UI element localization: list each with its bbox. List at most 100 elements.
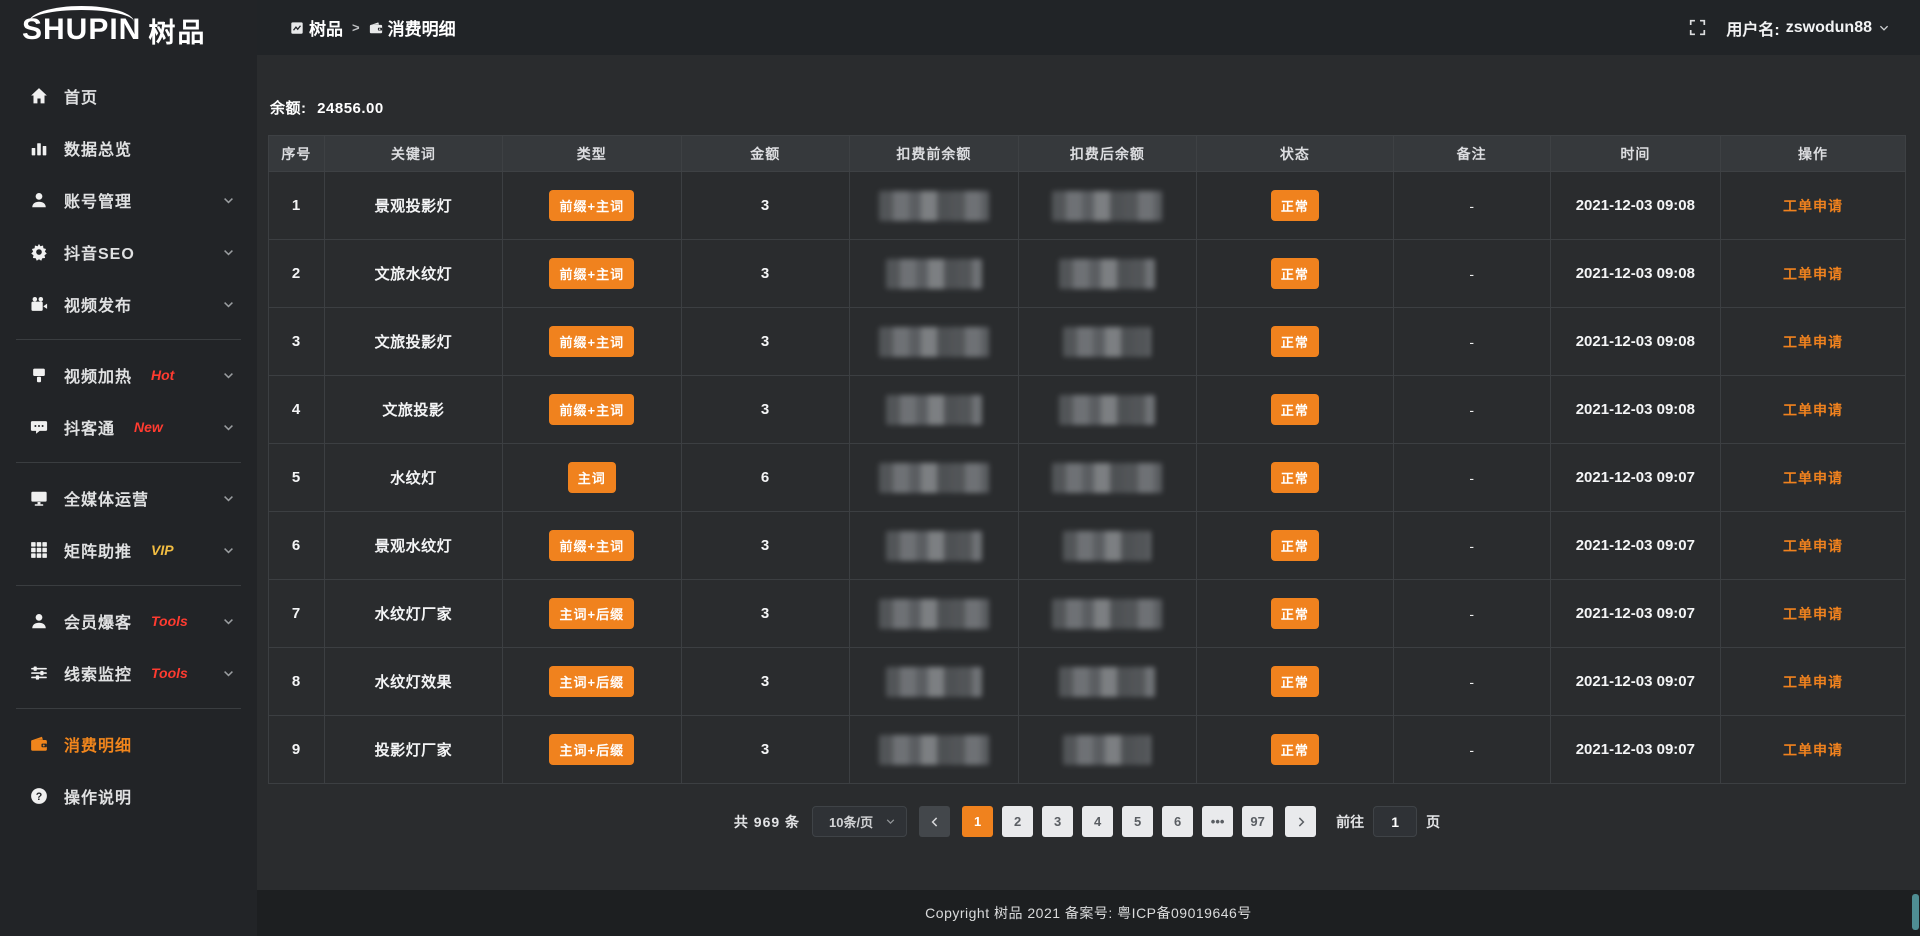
work-order-link[interactable]: 工单申请 (1783, 266, 1843, 282)
type-badge: 主词+后缀 (549, 666, 634, 697)
prev-page-button[interactable] (919, 806, 950, 837)
chevron-down-icon (222, 544, 235, 557)
cell-balance-after (1018, 512, 1196, 580)
sidebar-item-member-baoke[interactable]: 会员爆客 Tools (0, 595, 257, 647)
column-header-7: 备注 (1393, 136, 1550, 172)
cell-index: 6 (269, 512, 325, 580)
fullscreen-icon[interactable] (1689, 19, 1706, 36)
wallet-icon (369, 21, 383, 35)
cell-index: 9 (269, 716, 325, 784)
chevron-down-icon (222, 421, 235, 434)
table-row: 7 水纹灯厂家 主词+后缀 3 正常 - 2021-12-03 09:07 工单… (269, 580, 1906, 648)
cell-balance-after (1018, 648, 1196, 716)
next-page-button[interactable] (1285, 806, 1316, 837)
copyright-text: Copyright 树品 2021 备案号: 粤ICP备09019646号 (925, 903, 1252, 923)
cell-type: 主词+后缀 (503, 716, 681, 784)
status-badge: 正常 (1271, 394, 1319, 425)
censored-value (1063, 327, 1151, 357)
cell-balance-after (1018, 716, 1196, 784)
cell-keyword: 水纹灯厂家 (324, 580, 502, 648)
chart-icon (30, 139, 49, 158)
cell-action: 工单申请 (1720, 648, 1905, 716)
cell-keyword: 投影灯厂家 (324, 716, 502, 784)
username-label: 用户名: (1726, 16, 1779, 40)
breadcrumb-current[interactable]: 消费明细 (369, 15, 456, 40)
sidebar-item-label: 视频加热 (64, 363, 132, 387)
cell-balance-after (1018, 308, 1196, 376)
page-button-2[interactable]: 2 (1002, 806, 1033, 837)
cell-type: 主词 (503, 444, 681, 512)
cell-balance-after (1018, 376, 1196, 444)
user-menu[interactable]: 用户名: zswodun88 (1726, 16, 1890, 40)
page-button-5[interactable]: 5 (1122, 806, 1153, 837)
sidebar-item-matrix-boost[interactable]: 矩阵助推 VIP (0, 524, 257, 576)
cell-balance-after (1018, 240, 1196, 308)
page-size-select[interactable]: 10条/页 (812, 806, 907, 837)
sidebar-item-video-publish[interactable]: 视频发布 (0, 278, 257, 330)
app-logo[interactable]: SHUPIN 树品 (0, 0, 257, 60)
breadcrumb-current-label: 消费明细 (388, 15, 456, 40)
sidebar-item-account-management[interactable]: 账号管理 (0, 174, 257, 226)
scrollbar-thumb[interactable] (1912, 894, 1919, 930)
work-order-link[interactable]: 工单申请 (1783, 334, 1843, 350)
cell-amount: 6 (681, 444, 850, 512)
work-order-link[interactable]: 工单申请 (1783, 402, 1843, 418)
sidebar-item-badge: Tools (151, 665, 188, 681)
page-button-97[interactable]: 97 (1242, 806, 1273, 837)
cell-keyword: 水纹灯效果 (324, 648, 502, 716)
user-icon (30, 612, 49, 631)
censored-value (879, 463, 989, 493)
cell-status: 正常 (1197, 308, 1393, 376)
column-header-6: 状态 (1197, 136, 1393, 172)
type-badge: 前缀+主词 (549, 530, 634, 561)
cell-type: 前缀+主词 (503, 376, 681, 444)
footer: Copyright 树品 2021 备案号: 粤ICP备09019646号 (257, 890, 1920, 936)
cell-time: 2021-12-03 09:08 (1550, 308, 1720, 376)
grid-icon (30, 541, 49, 560)
table-header-row: 序号关键词类型金额扣费前余额扣费后余额状态备注时间操作 (269, 136, 1906, 172)
cell-index: 4 (269, 376, 325, 444)
page-button-4[interactable]: 4 (1082, 806, 1113, 837)
username-value: zswodun88 (1786, 19, 1872, 37)
goto-page-input[interactable] (1373, 806, 1417, 837)
sidebar-item-home[interactable]: 首页 (0, 70, 257, 122)
page-button-6[interactable]: 6 (1162, 806, 1193, 837)
cell-index: 7 (269, 580, 325, 648)
sidebar-item-data-overview[interactable]: 数据总览 (0, 122, 257, 174)
sidebar-item-clue-monitor[interactable]: 线索监控 Tools (0, 647, 257, 699)
cell-keyword: 文旅投影灯 (324, 308, 502, 376)
work-order-link[interactable]: 工单申请 (1783, 198, 1843, 214)
work-order-link[interactable]: 工单申请 (1783, 538, 1843, 554)
page-button-1[interactable]: 1 (962, 806, 993, 837)
sidebar-item-badge: Tools (151, 613, 188, 629)
cell-amount: 3 (681, 240, 850, 308)
cell-balance-before (850, 376, 1019, 444)
work-order-link[interactable]: 工单申请 (1783, 470, 1843, 486)
cell-keyword: 景观水纹灯 (324, 512, 502, 580)
cell-status: 正常 (1197, 512, 1393, 580)
censored-value (1063, 735, 1151, 765)
page-button-3[interactable]: 3 (1042, 806, 1073, 837)
home-icon (30, 87, 49, 106)
sidebar-item-video-heat[interactable]: 视频加热 Hot (0, 349, 257, 401)
table-row: 8 水纹灯效果 主词+后缀 3 正常 - 2021-12-03 09:07 工单… (269, 648, 1906, 716)
sidebar-item-douketong[interactable]: 抖客通 New (0, 401, 257, 453)
sidebar-item-consumption-detail[interactable]: 消费明细 (0, 718, 257, 770)
work-order-link[interactable]: 工单申请 (1783, 742, 1843, 758)
sliders-icon (30, 664, 49, 683)
chevron-down-icon (222, 246, 235, 259)
question-icon: ? (30, 787, 49, 806)
sidebar: SHUPIN 树品 首页 数据总览 账号管理 抖音SEO 视频发布 视频加热 H… (0, 0, 257, 936)
sidebar-item-operation-guide[interactable]: ? 操作说明 (0, 770, 257, 822)
work-order-link[interactable]: 工单申请 (1783, 606, 1843, 622)
sidebar-item-douyin-seo[interactable]: 抖音SEO (0, 226, 257, 278)
breadcrumb-root[interactable]: 树品 (290, 15, 343, 40)
menu-divider (16, 585, 241, 586)
status-badge: 正常 (1271, 326, 1319, 357)
cell-balance-before (850, 648, 1019, 716)
censored-value (1052, 463, 1162, 493)
page-ellipsis-button[interactable]: ••• (1202, 806, 1233, 837)
table-row: 1 景观投影灯 前缀+主词 3 正常 - 2021-12-03 09:08 工单… (269, 172, 1906, 240)
work-order-link[interactable]: 工单申请 (1783, 674, 1843, 690)
sidebar-item-omnimedia-operation[interactable]: 全媒体运营 (0, 472, 257, 524)
